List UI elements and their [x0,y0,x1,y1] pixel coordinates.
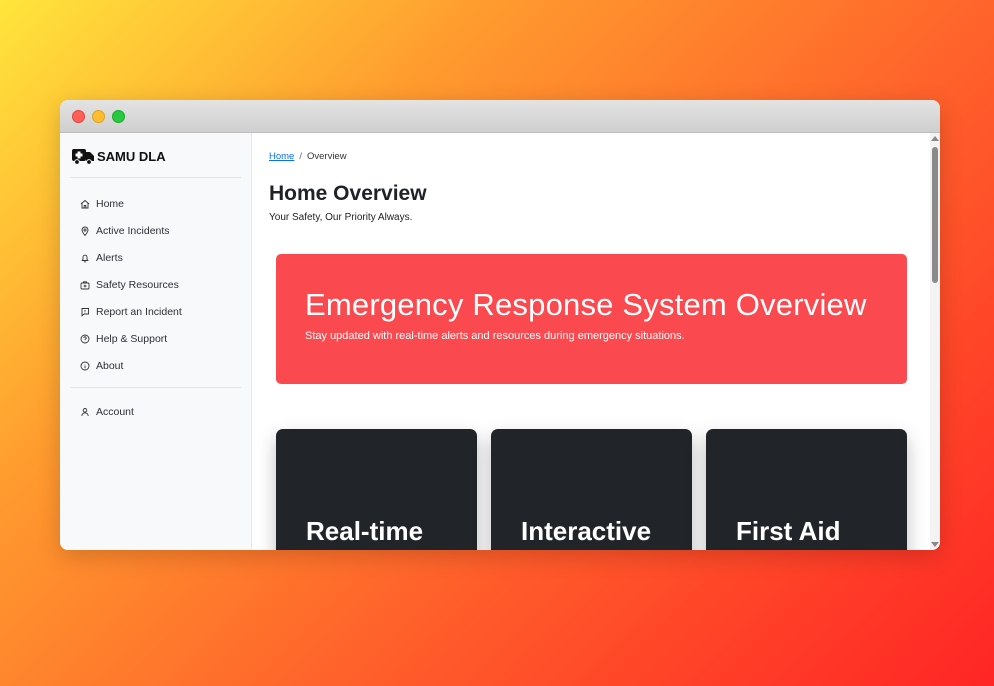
feature-card-title: First Aid [736,516,841,546]
page-title: Home Overview [269,182,427,205]
feature-card[interactable]: First Aid [706,429,907,550]
close-window-button[interactable] [72,110,85,123]
sidebar-divider [70,387,241,388]
info-circle-icon [80,361,90,370]
sidebar-item-active-incidents[interactable]: Active Incidents [70,217,241,244]
sidebar-item-account[interactable]: Account [70,398,241,425]
window-titlebar [60,100,940,133]
brand-name: SAMU DLA [97,148,166,164]
sidebar-item-label: Help & Support [96,332,168,345]
bell-icon [81,254,89,262]
hero-title: Emergency Response System Overview [305,287,867,322]
home-icon [80,199,90,208]
breadcrumb: Home / Overview [269,151,347,162]
sidebar-item-label: Active Incidents [96,224,170,237]
sidebar-item-label: Alerts [96,251,123,264]
ambulance-icon [72,149,94,165]
map-pin-icon [81,226,89,236]
scroll-up-arrow-icon[interactable] [931,136,939,141]
breadcrumb-current: Overview [306,151,347,162]
first-aid-kit-icon [80,280,90,289]
page-subtitle: Your Safety, Our Priority Always. [269,212,413,223]
feature-card-title: Real-time [306,516,424,546]
breadcrumb-home-link[interactable]: Home [269,151,294,162]
sidebar-item-home[interactable]: Home [70,190,241,217]
scroll-down-arrow-icon[interactable] [931,542,939,547]
minimize-window-button[interactable] [92,110,105,123]
feature-card[interactable]: Real-time [276,429,477,550]
hero-banner: Emergency Response System Overview Stay … [276,254,907,384]
help-circle-icon [80,334,90,343]
vertical-scrollbar[interactable] [930,133,940,550]
scrollbar-thumb[interactable] [932,147,938,283]
feature-card[interactable]: Interactive [491,429,692,550]
breadcrumb-separator: / [299,151,302,162]
sidebar-divider [70,177,241,178]
user-icon [81,407,89,416]
hero-subtitle: Stay updated with real-time alerts and r… [305,330,685,342]
sidebar-item-label: About [96,359,124,372]
feature-card-title: Interactive [521,516,652,546]
main-content: Home / Overview Home Overview Your Safety,… [252,133,940,550]
sidebar-item-label: Safety Resources [96,278,179,291]
sidebar-item-report-incident[interactable]: Report an Incident [70,298,241,325]
maximize-window-button[interactable] [112,110,125,123]
sidebar-item-safety-resources[interactable]: Safety Resources [70,271,241,298]
sidebar-item-label: Account [96,405,134,418]
sidebar-item-label: Home [96,197,125,210]
report-flag-icon [81,307,89,317]
sidebar-item-alerts[interactable]: Alerts [70,244,241,271]
brand[interactable]: SAMU DLA [70,145,241,167]
sidebar-item-about[interactable]: About [70,352,241,379]
browser-window: SAMU DLA Home Active Incidents Alerts Sa… [60,100,940,550]
sidebar-item-label: Report an Incident [96,305,182,318]
sidebar: SAMU DLA Home Active Incidents Alerts Sa… [60,133,252,550]
sidebar-item-help-support[interactable]: Help & Support [70,325,241,352]
